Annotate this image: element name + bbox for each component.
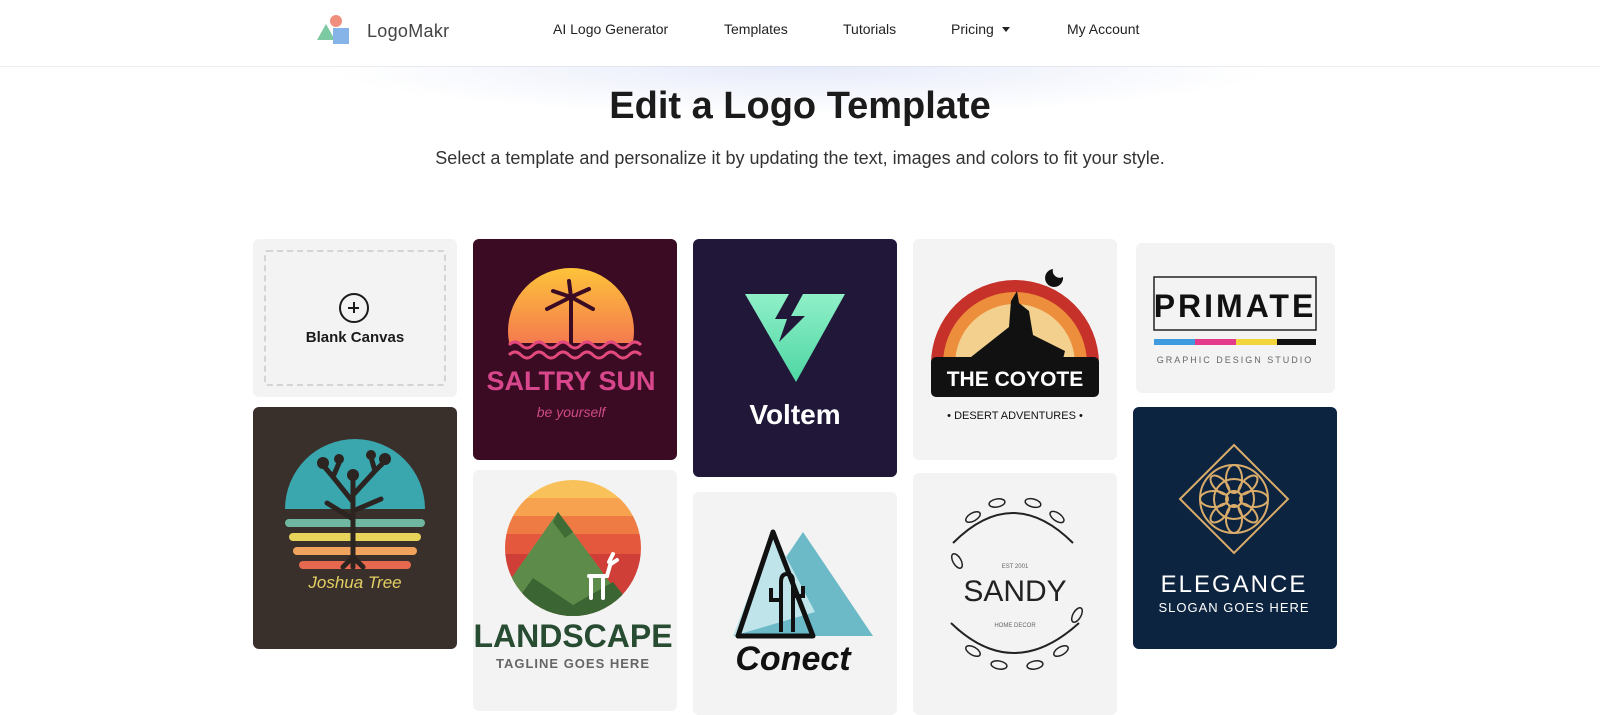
chevron-down-icon	[1001, 26, 1010, 32]
site-header: LogoMakr AI Logo Generator Templates Tut…	[0, 0, 1600, 67]
primate-name: PRIMATE	[1154, 288, 1317, 324]
elegance-name: ELEGANCE	[1161, 571, 1308, 598]
plus-circle-icon	[339, 293, 369, 323]
template-card-landscape[interactable]: LANDSCAPE TAGLINE GOES HERE	[473, 470, 677, 711]
nav-tutorials[interactable]: Tutorials	[843, 21, 896, 37]
sandy-est: EST 2001	[1002, 564, 1029, 570]
voltem-artwork: Voltem	[745, 294, 845, 430]
sandy-name: SANDY	[963, 575, 1066, 608]
template-card-elegance[interactable]: ELEGANCE SLOGAN GOES HERE	[1133, 407, 1337, 649]
coyote-tagline: • DESERT ADVENTURES •	[947, 410, 1083, 422]
landscape-tagline: TAGLINE GOES HERE	[496, 656, 650, 671]
page-subtitle: Select a template and personalize it by …	[435, 148, 1165, 168]
template-card-sandy[interactable]: EST 2001 SANDY HOME DECOR	[913, 473, 1117, 715]
page-title: Edit a Logo Template	[609, 85, 991, 127]
joshua-tree-artwork: Joshua Tree	[285, 439, 425, 592]
conect-artwork: Conect	[733, 529, 873, 678]
blank-canvas-label: Blank Canvas	[305, 329, 405, 346]
saltry-sun-artwork: SALTRY SUN be yourself	[486, 268, 656, 420]
nav-templates[interactable]: Templates	[724, 21, 788, 37]
elegance-artwork: ELEGANCE SLOGAN GOES HERE	[1158, 443, 1309, 615]
coyote-artwork: THE COYOTE • DESERT ADVENTURES •	[931, 269, 1099, 422]
nav-pricing-label: Pricing	[951, 21, 994, 37]
template-card-coyote[interactable]: THE COYOTE • DESERT ADVENTURES •	[913, 239, 1117, 460]
sandy-artwork: EST 2001 SANDY HOME DECOR	[950, 497, 1084, 670]
elegance-tagline: SLOGAN GOES HERE	[1158, 600, 1309, 615]
template-card-saltry-sun[interactable]: SALTRY SUN be yourself	[473, 239, 677, 460]
saltry-sun-name: SALTRY SUN	[486, 366, 655, 396]
nav-pricing[interactable]: Pricing	[951, 21, 1010, 37]
primate-artwork: PRIMATE GRAPHIC DESIGN STUDIO	[1153, 276, 1317, 365]
coyote-name: THE COYOTE	[947, 368, 1084, 391]
nav-ai-logo-generator[interactable]: AI Logo Generator	[553, 21, 668, 37]
joshua-tree-name: Joshua Tree	[307, 573, 401, 592]
voltem-name: Voltem	[749, 399, 840, 430]
sandy-tagline: HOME DECOR	[994, 623, 1036, 629]
template-card-voltem[interactable]: Voltem	[693, 239, 897, 477]
blank-canvas-card[interactable]: Blank Canvas	[253, 239, 457, 397]
template-card-conect[interactable]: Conect	[693, 492, 897, 715]
conect-name: Conect	[735, 640, 852, 678]
landscape-name: LANDSCAPE	[473, 618, 672, 654]
saltry-sun-tagline: be yourself	[537, 404, 608, 420]
template-card-joshua-tree[interactable]: Joshua Tree	[253, 407, 457, 649]
nav-my-account[interactable]: My Account	[1067, 21, 1139, 37]
landscape-artwork: LANDSCAPE TAGLINE GOES HERE	[473, 480, 673, 671]
main-nav: AI Logo Generator Templates Tutorials Pr…	[0, 21, 1600, 45]
primate-tagline: GRAPHIC DESIGN STUDIO	[1157, 355, 1314, 365]
template-card-primate[interactable]: PRIMATE GRAPHIC DESIGN STUDIO	[1136, 243, 1335, 393]
